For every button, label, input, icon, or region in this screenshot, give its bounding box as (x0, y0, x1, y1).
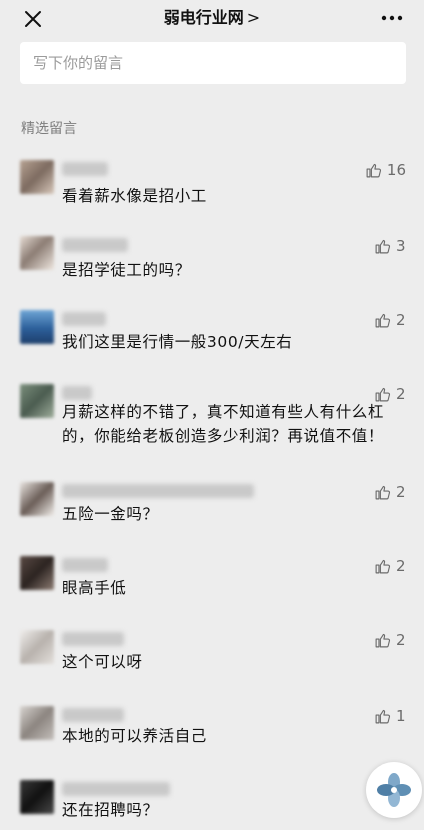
floating-window-button[interactable] (366, 762, 422, 818)
write-comment-input[interactable]: 写下你的留言 (20, 42, 406, 84)
avatar[interactable] (20, 236, 54, 270)
like-count: 16 (386, 161, 406, 179)
like-count: 2 (396, 557, 406, 575)
top-bar: 弱电行业网 > (0, 0, 424, 36)
thumbs-up-icon (375, 485, 391, 499)
avatar[interactable] (20, 160, 54, 194)
blurred-nickname (62, 484, 254, 498)
thumbs-up-icon (375, 559, 391, 573)
blurred-nickname (62, 312, 106, 326)
like-count: 2 (396, 483, 406, 501)
comment-text: 我们这里是行情一般300/天左右 (62, 333, 293, 351)
like-button[interactable]: 16 (365, 160, 406, 180)
blurred-nickname (62, 558, 108, 572)
comment-text: 还在招聘吗？ (62, 801, 159, 819)
avatar[interactable] (20, 780, 54, 814)
like-button[interactable]: 2 (374, 482, 406, 502)
comment-text: 本地的可以养活自己 (62, 727, 207, 745)
avatar[interactable] (20, 556, 54, 590)
blurred-nickname (62, 238, 128, 252)
like-button[interactable]: 2 (374, 556, 406, 576)
comment-placeholder: 写下你的留言 (33, 54, 124, 72)
avatar[interactable] (20, 384, 54, 418)
thumbs-up-icon (375, 633, 391, 647)
avatar[interactable] (20, 482, 54, 516)
page-title: 弱电行业网 (163, 8, 244, 27)
avatar[interactable] (20, 706, 54, 740)
blurred-nickname (62, 386, 92, 400)
like-button[interactable]: 3 (374, 236, 406, 256)
like-count: 1 (396, 707, 406, 725)
comment-text: 是招学徒工的吗？ (62, 261, 191, 279)
thumbs-up-icon (375, 709, 391, 723)
blurred-nickname (62, 782, 170, 796)
blurred-nickname (62, 708, 124, 722)
avatar[interactable] (20, 310, 54, 344)
thumbs-up-icon (375, 313, 391, 327)
blurred-nickname (62, 162, 108, 176)
like-button[interactable]: 1 (374, 706, 406, 726)
chevron-right-icon: > (246, 8, 261, 27)
comment-text: 月薪这样的不错了，真不知道有些人有什么杠的，你能给老板创造多少利润？再说值不值！ (62, 403, 385, 445)
featured-comments-label: 精选留言 (21, 121, 77, 137)
account-title-link[interactable]: 弱电行业网 > (0, 6, 424, 30)
more-button[interactable] (380, 8, 404, 28)
floating-window-icon (377, 773, 411, 807)
like-count: 2 (396, 311, 406, 329)
comment-text: 看着薪水像是招小工 (62, 187, 207, 205)
like-count: 3 (396, 237, 406, 255)
more-icon (381, 15, 403, 21)
like-button[interactable]: 2 (374, 310, 406, 330)
comment-text: 五险一金吗？ (62, 505, 159, 523)
comment-text: 这个可以呀 (62, 653, 143, 671)
comment-text: 眼高手低 (62, 579, 127, 597)
blurred-nickname (62, 632, 124, 646)
thumbs-up-icon (375, 239, 391, 253)
avatar[interactable] (20, 630, 54, 664)
like-count: 2 (396, 631, 406, 649)
thumbs-up-icon (366, 163, 381, 177)
like-button[interactable]: 2 (374, 630, 406, 650)
